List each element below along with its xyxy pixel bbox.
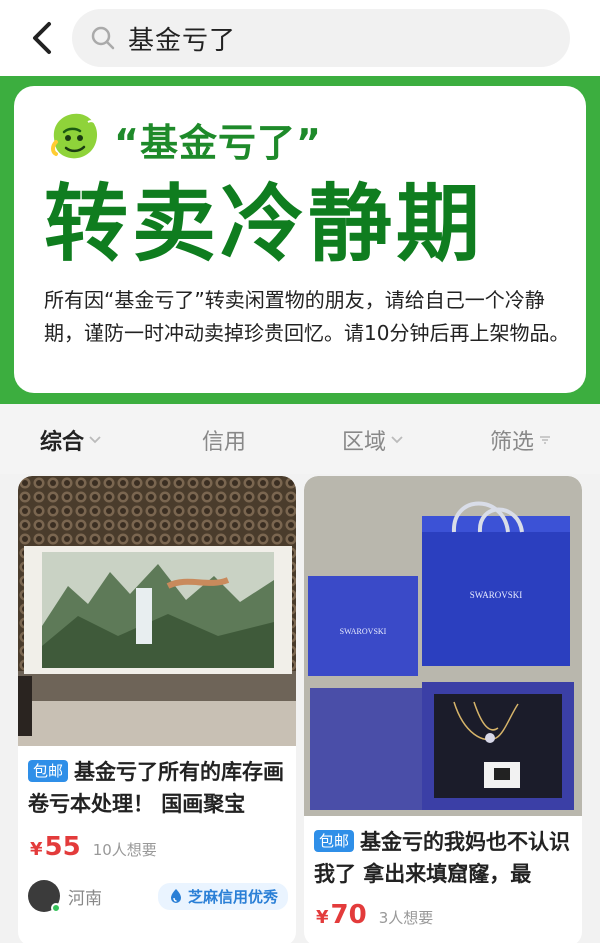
price-row: ¥55 10人想要 <box>18 820 296 862</box>
filter-credit[interactable]: 信用 <box>202 424 246 456</box>
free-shipping-badge: 包邮 <box>28 760 69 782</box>
product-title[interactable]: 包邮 基金亏了所有的库存画卷亏本处理！ 国画聚宝 <box>18 746 296 820</box>
chevron-down-icon <box>89 436 101 444</box>
filter-bar: 综合 信用 区域 筛选 <box>0 404 600 474</box>
box-brand-text: SWAROVSKI <box>340 627 387 636</box>
product-price: ¥70 <box>316 900 367 930</box>
product-price: ¥55 <box>30 832 81 862</box>
want-count: 10人想要 <box>92 841 157 859</box>
want-count: 3人想要 <box>378 909 434 927</box>
filter-label: 区域 <box>342 430 387 455</box>
banner-card: “基金亏了” 转卖冷静期 所有因“基金亏了”转卖闲置物的朋友，请给自己一个冷静期… <box>14 86 586 393</box>
chevron-left-icon <box>33 22 51 54</box>
product-photo-jewelry-set[interactable]: SWAROVSKI SWAROVSKI <box>304 476 582 816</box>
filter-label: 信用 <box>202 430 247 455</box>
banner-quote-title: “基金亏了” <box>114 121 322 165</box>
filter-region[interactable]: 区域 <box>342 424 404 456</box>
seller-location: 河南 <box>68 888 102 909</box>
filter-icon <box>540 436 551 444</box>
top-bar: 基金亏了 <box>0 0 600 76</box>
avatar[interactable] <box>28 880 61 913</box>
filter-comprehensive[interactable]: 综合 <box>40 424 102 456</box>
cooling-off-banner[interactable]: “基金亏了” 转卖冷静期 所有因“基金亏了”转卖闲置物的朋友，请给自己一个冷静期… <box>0 76 600 404</box>
mascot-logo-icon <box>51 113 98 159</box>
product-photo-painting-scroll[interactable] <box>18 476 296 746</box>
free-shipping-badge: 包邮 <box>314 830 355 852</box>
filter-label: 综合 <box>40 430 85 455</box>
search-query: 基金亏了 <box>128 25 237 56</box>
filter-screen[interactable]: 筛选 <box>490 424 552 456</box>
product-card[interactable]: SWAROVSKI SWAROVSKI 包邮 基金亏的我妈也不认识我了 拿出来填窟… <box>304 476 582 943</box>
product-card[interactable]: 包邮 基金亏了所有的库存画卷亏本处理！ 国画聚宝 ¥55 10人想要 河南 芝麻信… <box>18 476 296 943</box>
price-row: ¥70 3人想要 <box>304 890 582 930</box>
product-title[interactable]: 包邮 基金亏的我妈也不认识我了 拿出来填窟窿，最 <box>304 816 582 890</box>
bag-brand-text: SWAROVSKI <box>470 590 523 600</box>
search-input[interactable]: 基金亏了 <box>72 9 570 67</box>
filter-label: 筛选 <box>490 430 535 455</box>
search-icon <box>90 23 120 53</box>
back-button[interactable] <box>22 18 62 58</box>
credit-badge: 芝麻信用优秀 <box>157 882 288 910</box>
chevron-down-icon <box>391 436 403 444</box>
banner-description: 所有因“基金亏了”转卖闲置物的朋友，请给自己一个冷静期，谨防一时冲动卖掉珍贵回忆… <box>44 288 570 345</box>
seller-row[interactable]: 河南 芝麻信用优秀 <box>28 880 288 913</box>
sesame-credit-icon <box>170 889 181 903</box>
online-status-dot <box>51 903 61 913</box>
banner-big-title: 转卖冷静期 <box>44 175 485 273</box>
